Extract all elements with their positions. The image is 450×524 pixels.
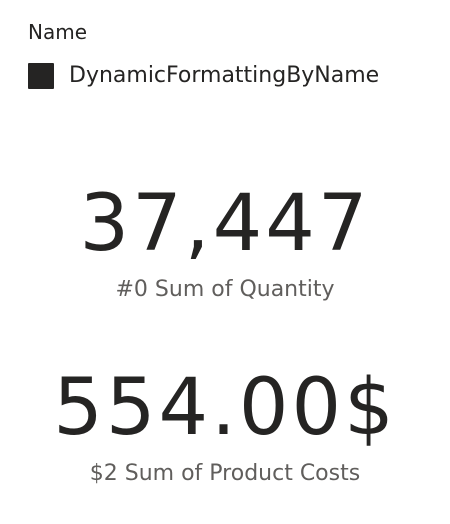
card-value: 554.00$: [53, 363, 397, 453]
slicer-item-dynamicformattingbyname[interactable]: DynamicFormattingByName: [28, 62, 379, 90]
checkbox-checked-icon[interactable]: [28, 63, 54, 89]
slicer-title: Name: [28, 20, 88, 44]
card-sum-of-product-costs: 554.00$ $2 Sum of Product Costs: [0, 362, 450, 488]
card-label: #0 Sum of Quantity: [115, 277, 335, 302]
card-label: $2 Sum of Product Costs: [89, 461, 361, 486]
slicer-item-label: DynamicFormattingByName: [69, 63, 380, 88]
card-sum-of-quantity: 37,447 #0 Sum of Quantity: [0, 178, 450, 304]
card-value: 37,447: [79, 179, 371, 269]
